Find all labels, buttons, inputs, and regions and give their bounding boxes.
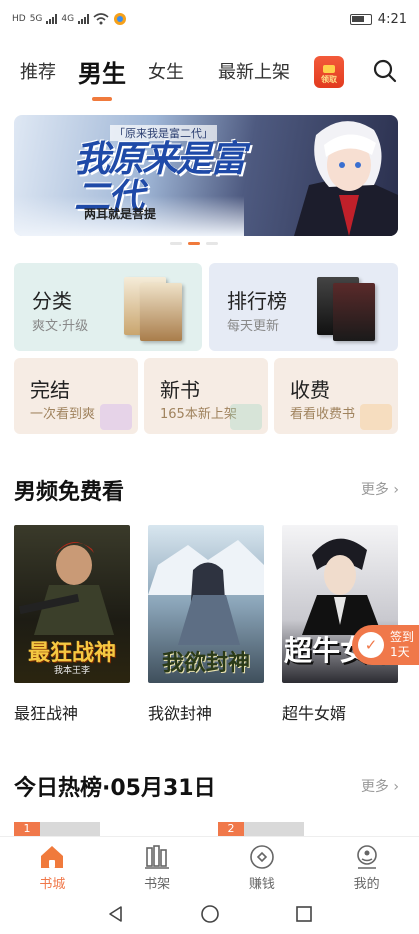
recents-icon[interactable] [294,904,314,924]
back-icon[interactable] [106,904,126,924]
search-icon[interactable] [372,58,398,84]
book-stack-icon [140,283,182,341]
paid-title: 收费 [290,378,330,402]
banner-dot-active [188,242,200,245]
paid-subtitle: 看看收费书 [290,407,356,422]
finished-deco-icon [100,404,132,430]
nav-label: 书城 [39,877,66,892]
new-books-title: 新书 [160,378,200,402]
network-indicators: HD 5G 4G [12,12,127,26]
tab-recommend[interactable]: 推荐 [20,58,56,84]
finished-subtitle: 一次看到爽 [30,407,96,422]
system-nav-bar [0,894,419,934]
status-bar: HD 5G 4G 4:21 [0,0,419,38]
tab-male[interactable]: 男生 [78,54,126,89]
cover-swordsman-illustration [148,540,264,645]
nav-bookstore[interactable]: 书城 [0,837,105,894]
category-subtitle: 爽文·升级 [32,319,89,334]
nav-earn[interactable]: 赚钱 [210,837,315,894]
promo-banner[interactable]: 「原来我是富二代」 我原来是富二代 两耳就是菩提 [14,115,398,236]
banner-dot [206,242,218,245]
finished-title: 完结 [30,378,70,402]
signin-button[interactable]: ✓ 签到 1天 [352,625,419,665]
banner-character-illustration [294,121,398,236]
book-name[interactable]: 我欲封神 [148,700,212,724]
cover-title: 我欲封神 [161,651,250,676]
gift-button[interactable]: 领取 [314,56,344,88]
hot-section-title: 今日热榜·05月31日 [14,776,216,801]
book-cover[interactable]: 最狂战神 我本王李 [14,525,130,683]
rank-number: 1 [14,822,40,836]
book-stack-icon [333,283,375,341]
home-icon [41,846,64,868]
hd-label: HD [12,14,26,24]
book-cover[interactable]: 我欲封神 [148,525,264,683]
tab-female[interactable]: 女生 [148,58,184,84]
category-card[interactable]: 分类 爽文·升级 [14,263,202,351]
ranking-subtitle: 每天更新 [227,319,280,334]
paid-deco-icon [360,404,392,430]
nav-label: 我的 [353,877,380,892]
gift-label: 领取 [321,75,337,84]
wifi-icon [93,13,109,25]
signin-days: 1天 [390,645,410,659]
cover-soldier-illustration [18,541,114,635]
rank-number: 2 [218,822,244,836]
gift-icon [323,65,335,73]
status-right: 4:21 [349,11,407,27]
signin-label: 签到 [390,630,415,644]
bottom-nav: 书城 书架 赚钱 我的 [0,836,419,894]
banner-dot [170,242,182,245]
nav-profile[interactable]: 我的 [314,837,419,894]
book-name[interactable]: 超牛女婿 [282,700,346,724]
ranking-title: 排行榜 [227,289,287,313]
cover-man-illustration [302,538,382,635]
free-section-title: 男频免费看 [14,480,125,505]
banner-pagination [170,242,218,245]
coin-icon [250,845,274,869]
signal-icon-2 [78,14,90,24]
new-books-subtitle: 165本新上架 [160,407,237,422]
nav-label: 赚钱 [248,877,275,892]
nav-label: 书架 [144,877,171,892]
banner-author: 两耳就是菩提 [84,207,157,221]
cover-author: 我本王李 [53,666,90,676]
book-name[interactable]: 最狂战神 [14,700,78,724]
rank-item[interactable]: 1 [14,822,100,836]
profile-icon [356,845,377,869]
paid-card[interactable]: 收费 看看收费书 [274,358,398,434]
home-circle-icon[interactable] [200,904,220,924]
top-nav: 推荐 男生 女生 最新上架 领取 [0,46,419,96]
clock: 4:21 [377,11,407,27]
battery-icon [349,13,372,25]
check-icon: ✓ [358,632,384,658]
rank-item[interactable]: 2 [218,822,304,836]
hot-more-link[interactable]: 更多 › [361,776,399,796]
free-more-link[interactable]: 更多 › [361,479,399,499]
signin-text: 签到 1天 [390,630,414,660]
new-books-card[interactable]: 新书 165本新上架 [144,358,268,434]
app-notification-icon [114,13,127,25]
tab-new-releases[interactable]: 最新上架 [218,58,290,84]
finished-card[interactable]: 完结 一次看到爽 [14,358,138,434]
4g-label: 4G [61,14,75,24]
ranking-card[interactable]: 排行榜 每天更新 [209,263,398,351]
signal-icon [46,14,58,24]
5g-label: 5G [29,14,43,24]
new-books-deco-icon [230,404,262,430]
nav-bookshelf[interactable]: 书架 [105,837,210,894]
bookshelf-icon [145,845,170,869]
category-title: 分类 [32,289,72,313]
